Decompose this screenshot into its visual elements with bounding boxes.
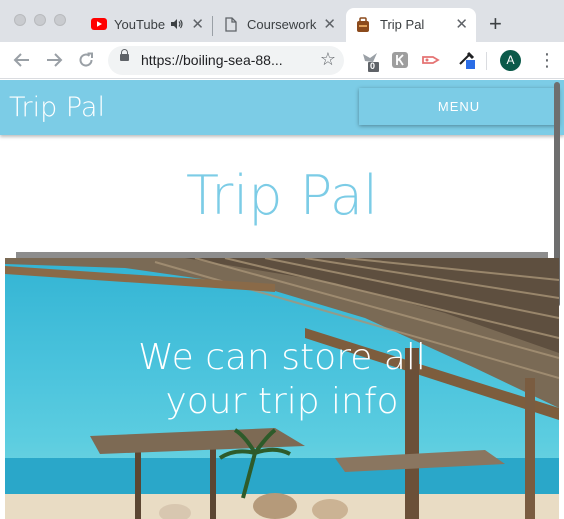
- web-page: Trip Pal MENU Trip Pal We can store all …: [0, 80, 564, 519]
- tab-label: Trip Pal: [380, 17, 425, 32]
- zoom-window-button[interactable]: [54, 14, 66, 26]
- url-text[interactable]: https://boiling-sea-88...: [141, 52, 283, 68]
- hero-tagline-line-1: We can store all: [138, 337, 426, 378]
- hero-tagline-line-2: your trip info: [165, 381, 399, 422]
- forward-icon[interactable]: [45, 48, 63, 76]
- address-bar[interactable]: https://boiling-sea-88... ☆: [108, 46, 344, 75]
- menu-button[interactable]: MENU: [359, 88, 559, 125]
- bookmark-star-icon[interactable]: ☆: [320, 49, 336, 70]
- extension-badge-count: 0: [370, 61, 376, 71]
- browser-tabstrip: YouTube ✕ Coursework ✕ Trip Pal ✕ +: [0, 0, 564, 42]
- browser-toolbar: https://boiling-sea-88... ☆ 0 A ⋮: [0, 42, 564, 79]
- site-favicon-icon: [356, 17, 370, 36]
- minimize-window-button[interactable]: [34, 14, 46, 26]
- tab-coursework[interactable]: Coursework ✕: [214, 8, 344, 42]
- tab-label: YouTube: [114, 17, 166, 32]
- tab-label: Coursework: [247, 17, 317, 32]
- lock-icon[interactable]: [120, 49, 129, 61]
- speaker-icon[interactable]: [170, 18, 184, 33]
- profile-avatar[interactable]: A: [500, 50, 521, 71]
- reload-icon[interactable]: [77, 48, 95, 76]
- tab-trip-pal[interactable]: Trip Pal ✕: [346, 8, 476, 42]
- page-title: Trip Pal: [186, 164, 378, 227]
- document-icon: [225, 17, 237, 35]
- toolbar-divider: [486, 52, 487, 70]
- tab-separator: [212, 16, 213, 36]
- back-icon[interactable]: [13, 48, 31, 76]
- hero-tagline: We can store all your trip info: [5, 336, 559, 424]
- close-tab-icon[interactable]: ✕: [455, 17, 468, 33]
- tab-youtube[interactable]: YouTube ✕: [82, 8, 212, 42]
- red-tag-extension-icon[interactable]: [422, 52, 440, 68]
- extension-badge-icon[interactable]: 0: [360, 50, 379, 72]
- close-tab-icon[interactable]: ✕: [191, 17, 204, 33]
- hero-image: We can store all your trip info: [5, 258, 559, 519]
- browser-menu-icon[interactable]: ⋮: [538, 49, 556, 71]
- grey-k-extension-icon[interactable]: [392, 52, 408, 68]
- navbar-brand[interactable]: Trip Pal: [9, 92, 105, 123]
- site-navbar: Trip Pal MENU: [0, 80, 564, 135]
- close-tab-icon[interactable]: ✕: [323, 17, 336, 33]
- eyedropper-extension-icon[interactable]: [457, 49, 475, 69]
- close-window-button[interactable]: [14, 14, 26, 26]
- youtube-icon: [91, 18, 107, 33]
- new-tab-button[interactable]: +: [489, 12, 502, 36]
